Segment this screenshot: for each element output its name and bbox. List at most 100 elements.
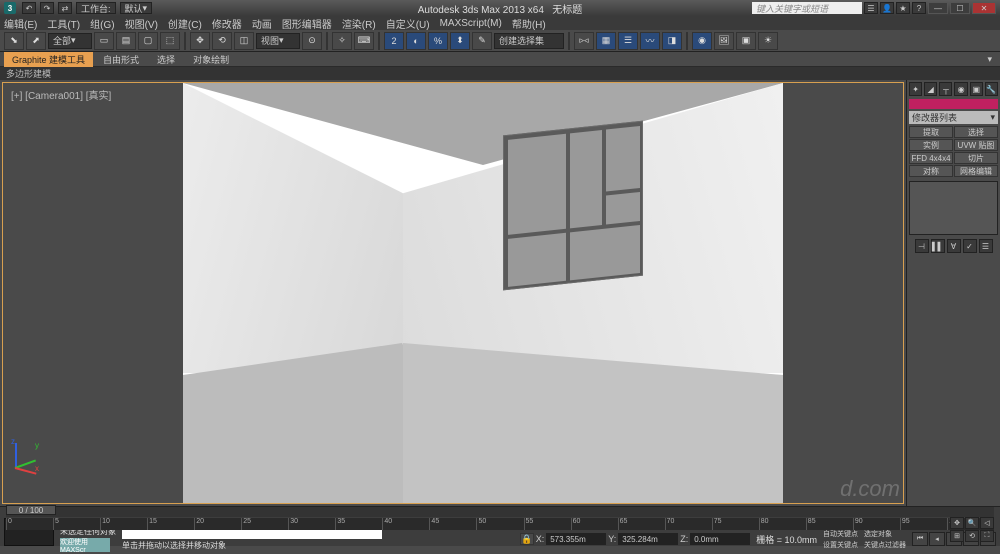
named-selection-dropdown[interactable]: 创建选择集 (494, 33, 564, 49)
menu-edit[interactable]: 编辑(E) (4, 16, 37, 31)
panel-tab-create-icon[interactable]: ✦ (909, 82, 922, 96)
mod-btn-5[interactable]: FFD 4x4x4 (909, 152, 953, 164)
rotate-icon[interactable]: ⟲ (212, 32, 232, 50)
selected-filter[interactable]: 选定对象 (864, 529, 906, 539)
nav-zoom-icon[interactable]: 🔍 (965, 517, 979, 529)
menu-modifiers[interactable]: 修改器 (212, 16, 242, 31)
viewport[interactable]: [+] [Camera001] [真实] zyx (2, 82, 904, 504)
time-slider[interactable]: 0 / 100 (6, 507, 994, 517)
workspace-dropdown[interactable]: 默认 ▾ (120, 2, 153, 14)
edit-named-icon[interactable]: ✎ (472, 32, 492, 50)
menu-graph[interactable]: 图形编辑器 (282, 16, 332, 31)
menu-maxscript[interactable]: MAXScript(M) (440, 18, 502, 29)
modifier-stack[interactable] (909, 181, 998, 235)
object-color-swatch[interactable] (909, 99, 998, 109)
ribbon-tab-objpaint[interactable]: 对象绘制 (185, 52, 237, 67)
keyboard-icon[interactable]: ⌨ (354, 32, 374, 50)
mod-btn-1[interactable]: 提取 (909, 126, 953, 138)
mirror-icon[interactable]: ▹◃ (574, 32, 594, 50)
prev-frame-icon[interactable]: ◂ (929, 532, 945, 546)
viewport-label[interactable]: [+] [Camera001] [真实] (11, 87, 111, 102)
stack-unique-icon[interactable]: ∀ (947, 239, 961, 253)
manip-icon[interactable]: ✧ (332, 32, 352, 50)
move-icon[interactable]: ✥ (190, 32, 210, 50)
select-region-icon[interactable]: ▢ (138, 32, 158, 50)
panel-tab-utilities-icon[interactable]: 🔧 (985, 82, 998, 96)
panel-tab-hierarchy-icon[interactable]: ┬ (939, 82, 952, 96)
stack-pin-icon[interactable]: ⊣ (915, 239, 929, 253)
nav-maximize-icon[interactable]: ⛶ (980, 530, 994, 542)
mod-btn-8[interactable]: 网格编辑 (954, 165, 998, 177)
coord-y-input[interactable]: 325.284m (618, 533, 678, 545)
menu-custom[interactable]: 自定义(U) (386, 16, 430, 31)
render-icon[interactable]: ☀ (758, 32, 778, 50)
stack-show-icon[interactable]: ▌▌ (931, 239, 945, 253)
render-setup-icon[interactable]: 🖼 (714, 32, 734, 50)
keyfilter-button[interactable]: 关键点过滤器 (864, 540, 906, 550)
ribbon-tab-selection[interactable]: 选择 (149, 52, 183, 67)
curve-editor-icon[interactable]: 〰 (640, 32, 660, 50)
lock-icon[interactable]: 🔒 (520, 533, 534, 545)
pivot-icon[interactable]: ⊙ (302, 32, 322, 50)
ribbon-tab-graphite[interactable]: Graphite 建模工具 (4, 52, 93, 67)
panel-tab-display-icon[interactable]: ▣ (970, 82, 983, 96)
mod-btn-6[interactable]: 切片 (954, 152, 998, 164)
goto-start-icon[interactable]: ⏮ (912, 532, 928, 546)
render-frame-icon[interactable]: ▣ (736, 32, 756, 50)
mod-btn-2[interactable]: 选择 (954, 126, 998, 138)
ribbon-tab-freeform[interactable]: 自由形式 (95, 52, 147, 67)
panel-tab-modify-icon[interactable]: ◢ (924, 82, 937, 96)
unlink-icon[interactable]: ⬈ (26, 32, 46, 50)
autokey-button[interactable]: 自动关键点 (823, 529, 858, 539)
modifier-list-dropdown[interactable]: 修改器列表▾ (909, 111, 998, 124)
setkey-button[interactable]: 设置关键点 (823, 540, 858, 550)
window-crossing-icon[interactable]: ⬚ (160, 32, 180, 50)
time-ruler[interactable]: 05 1015 2025 3035 4045 5055 6065 7075 80… (6, 518, 994, 530)
maxscript-mini[interactable]: 欢迎使用 MAXScr (60, 538, 110, 552)
mod-btn-3[interactable]: 实例 (909, 139, 953, 151)
favorite-icon[interactable]: ★ (896, 2, 910, 14)
panel-tab-motion-icon[interactable]: ◉ (954, 82, 967, 96)
qat-redo-icon[interactable]: ↷ (40, 2, 54, 14)
help-search-input[interactable]: 键入关键字或短语 (752, 2, 862, 14)
help-icon[interactable]: ? (912, 2, 926, 14)
mod-btn-7[interactable]: 对称 (909, 165, 953, 177)
align-icon[interactable]: ▦ (596, 32, 616, 50)
angle-snap-icon[interactable]: ◐ (406, 32, 426, 50)
stack-remove-icon[interactable]: ✓ (963, 239, 977, 253)
menu-animation[interactable]: 动画 (252, 16, 272, 31)
nav-fov-icon[interactable]: ◁ (980, 517, 994, 529)
close-button[interactable]: ✕ (972, 2, 996, 14)
menu-views[interactable]: 视图(V) (125, 16, 158, 31)
minimize-button[interactable]: — (928, 2, 948, 14)
app-icon[interactable]: 3 (4, 2, 16, 14)
percent-snap-icon[interactable]: % (428, 32, 448, 50)
menu-create[interactable]: 创建(C) (168, 16, 202, 31)
qat-undo-icon[interactable]: ↶ (22, 2, 36, 14)
link-icon[interactable]: ⬊ (4, 32, 24, 50)
menu-tools[interactable]: 工具(T) (47, 16, 80, 31)
stack-config-icon[interactable]: ☰ (979, 239, 993, 253)
layer-icon[interactable]: ☰ (618, 32, 638, 50)
nav-orbit-icon[interactable]: ⟲ (965, 530, 979, 542)
select-icon[interactable]: ▭ (94, 32, 114, 50)
coord-z-input[interactable]: 0.0mm (690, 533, 750, 545)
maximize-button[interactable]: ☐ (950, 2, 970, 14)
menu-render[interactable]: 渲染(R) (342, 16, 376, 31)
spinner-snap-icon[interactable]: ⬍ (450, 32, 470, 50)
schematic-icon[interactable]: ◨ (662, 32, 682, 50)
select-name-icon[interactable]: ▤ (116, 32, 136, 50)
time-slider-thumb[interactable]: 0 / 100 (6, 505, 56, 515)
menu-help[interactable]: 帮助(H) (512, 16, 546, 31)
infocenter-icon[interactable]: ☰ (864, 2, 878, 14)
snap-toggle-icon[interactable]: 2 (384, 32, 404, 50)
signin-icon[interactable]: 👤 (880, 2, 894, 14)
ribbon-minimize-icon[interactable]: ▾ (983, 54, 996, 65)
material-editor-icon[interactable]: ◉ (692, 32, 712, 50)
coord-x-input[interactable]: 573.355m (546, 533, 606, 545)
mod-btn-4[interactable]: UVW 贴图 (954, 139, 998, 151)
menu-group[interactable]: 组(G) (90, 16, 114, 31)
selection-filter-dropdown[interactable]: 全部 ▾ (48, 33, 92, 49)
ref-coord-dropdown[interactable]: 视图 ▾ (256, 33, 300, 49)
scale-icon[interactable]: ◫ (234, 32, 254, 50)
